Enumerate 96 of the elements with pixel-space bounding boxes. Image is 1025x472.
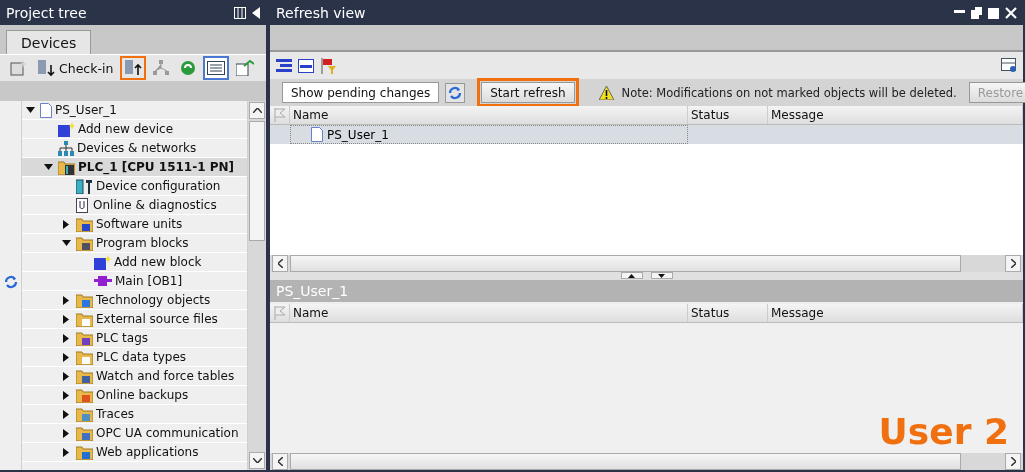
column-header[interactable]: Status xyxy=(688,304,768,322)
scroll-down-button[interactable] xyxy=(249,452,265,469)
tree-item[interactable]: Add new block xyxy=(22,253,247,272)
folder-icon xyxy=(76,235,93,251)
column-header[interactable]: Message xyxy=(768,304,1023,322)
scroll-up-button[interactable] xyxy=(249,102,265,119)
expand-arrow-icon xyxy=(63,219,69,229)
column-header[interactable]: Status xyxy=(688,106,768,124)
collapse-arrow-icon xyxy=(25,107,35,113)
folder-icon xyxy=(76,349,93,365)
check-out-icon xyxy=(124,59,143,77)
split-view-icon xyxy=(234,6,246,19)
tree-item[interactable]: Program blocks xyxy=(22,234,247,253)
scroll-left-button[interactable] xyxy=(272,453,288,470)
refresh-button[interactable] xyxy=(445,82,466,103)
check-in-icon xyxy=(37,59,55,77)
tree-item[interactable]: Add new device xyxy=(22,120,247,139)
tree-item[interactable]: Technology objects xyxy=(22,291,247,310)
section-title: PS_User_1 xyxy=(276,283,349,299)
tree-item[interactable]: External source files xyxy=(22,310,247,329)
refresh-icon xyxy=(447,84,464,101)
split-down-button[interactable] xyxy=(650,272,673,279)
collapse-arrow-icon xyxy=(61,240,71,246)
check-in-button[interactable]: Check-in xyxy=(33,56,118,80)
collapse-all-icon xyxy=(298,58,314,73)
folder-icon xyxy=(76,311,93,327)
scrollbar-thumb[interactable] xyxy=(290,255,961,272)
toolbar-button[interactable] xyxy=(203,56,230,80)
folder-icon xyxy=(76,330,93,346)
annotation-label: User 2 xyxy=(878,414,1009,450)
folder-icon xyxy=(76,292,93,308)
scroll-right-button[interactable] xyxy=(1005,453,1021,470)
tree-item[interactable]: OPC UA communication xyxy=(22,424,247,443)
block-icon xyxy=(94,275,112,287)
up-arrow-icon xyxy=(628,273,635,278)
expand-all-icon xyxy=(276,58,292,73)
sync-icon xyxy=(180,60,197,76)
document-icon xyxy=(40,102,52,118)
tree-item[interactable]: Online backups xyxy=(22,386,247,405)
restore-icon xyxy=(971,6,982,19)
table-row[interactable]: PS_User_1 xyxy=(290,125,688,144)
warning-icon xyxy=(598,85,614,100)
tree-item[interactable]: Main [OB1] xyxy=(22,272,247,291)
tree-item[interactable]: PLC tags xyxy=(22,329,247,348)
collapse-panel-icon xyxy=(252,6,260,19)
toolbar-button[interactable] xyxy=(120,56,147,80)
tree-item[interactable]: PLC data types xyxy=(22,348,247,367)
export-icon xyxy=(236,60,255,76)
flag-icon xyxy=(273,306,286,320)
folder-icon xyxy=(76,425,93,441)
tree-item[interactable]: PS_User_1 xyxy=(22,101,247,120)
document-icon xyxy=(311,127,323,142)
folder-icon xyxy=(76,406,93,422)
minimize-icon xyxy=(954,9,965,13)
scroll-left-button[interactable] xyxy=(272,255,288,272)
start-refresh-button[interactable]: Start refresh xyxy=(481,82,575,103)
flag-icon xyxy=(273,108,286,122)
column-header[interactable]: Name xyxy=(290,106,688,124)
warning-note: Note: Modifications on not marked objects will be deleted. xyxy=(621,85,957,100)
column-header[interactable]: Message xyxy=(768,106,1023,124)
table-view-icon xyxy=(207,61,226,75)
hierarchy-icon xyxy=(153,60,170,76)
network-icon xyxy=(58,140,74,156)
window-title: Refresh view xyxy=(276,4,366,21)
folder-icon xyxy=(76,444,93,460)
add-block-icon xyxy=(94,254,111,270)
down-arrow-icon xyxy=(658,273,665,278)
scrollbar-thumb[interactable] xyxy=(290,453,961,470)
collapse-arrow-icon xyxy=(43,164,53,170)
settings-window-icon xyxy=(1001,57,1017,74)
device-config-icon xyxy=(76,178,93,194)
folder-icon xyxy=(76,387,93,403)
diagnostics-icon xyxy=(76,197,90,213)
tree-item[interactable]: PLC_1 [CPU 1511-1 PN] xyxy=(22,158,247,177)
panel-title: Project tree xyxy=(6,4,87,21)
folder-icon xyxy=(76,216,93,232)
column-header[interactable]: Name xyxy=(290,304,688,322)
tree-item[interactable]: Software units xyxy=(22,215,247,234)
refresh-mark-icon xyxy=(2,273,19,290)
tree-item[interactable]: Traces xyxy=(22,405,247,424)
split-up-button[interactable] xyxy=(620,272,643,279)
maximize-icon xyxy=(988,6,999,19)
show-pending-changes-button[interactable]: Show pending changes xyxy=(282,82,440,103)
tree-item[interactable]: Device configuration xyxy=(22,177,247,196)
tab[interactable]: Devices xyxy=(6,30,92,54)
tree-item[interactable]: Watch and force tables xyxy=(22,367,247,386)
add-block-icon xyxy=(58,121,75,137)
close-icon xyxy=(1005,6,1017,19)
tree-item[interactable]: Online & diagnostics xyxy=(22,196,247,215)
project-icon xyxy=(10,60,26,76)
plc-folder-icon xyxy=(58,159,75,175)
scrollbar-thumb[interactable] xyxy=(249,121,265,241)
scroll-right-button[interactable] xyxy=(1005,255,1021,272)
flag-filter-icon xyxy=(320,57,336,74)
tree-item[interactable]: Web applications xyxy=(22,443,247,462)
folder-icon xyxy=(76,368,93,384)
